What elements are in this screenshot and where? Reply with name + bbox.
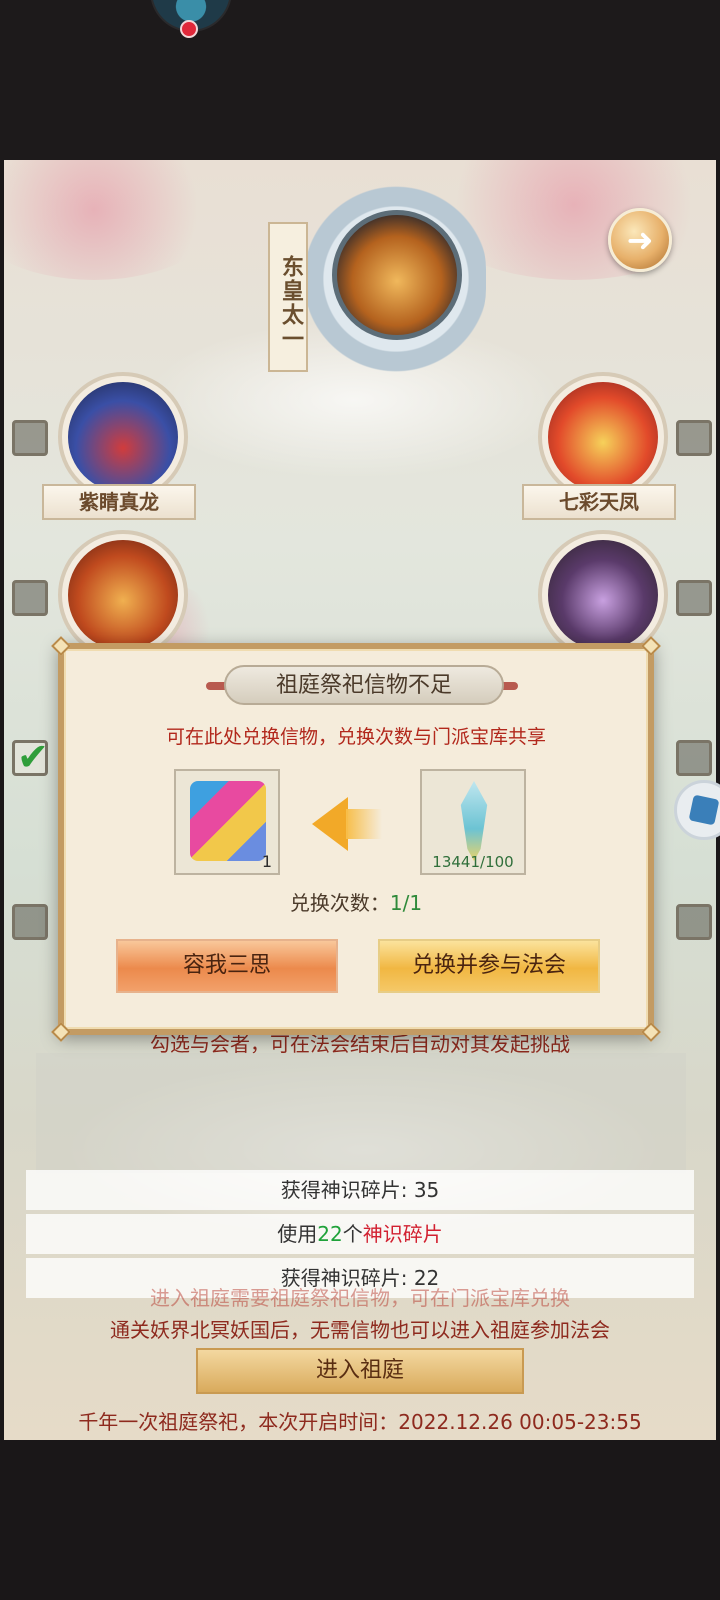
hero-name-phoenix: 七彩天凤: [522, 484, 676, 520]
hero-checkbox-5[interactable]: [676, 420, 712, 456]
hero-checkbox-1[interactable]: [12, 420, 48, 456]
dialog-title: 祖庭祭祀信物不足: [224, 665, 504, 705]
info-line-1: 进入祖庭需要祖庭祭祀信物，可在门派宝库兑换: [150, 1286, 570, 1310]
hero-checkbox-8[interactable]: [676, 904, 712, 940]
exchange-count: 兑换次数：1/1: [289, 891, 423, 915]
back-button[interactable]: ➜: [608, 208, 672, 272]
boss-portrait: [332, 210, 462, 340]
scroll-item-icon: [190, 781, 266, 861]
hero-checkbox-6[interactable]: [676, 580, 712, 616]
hero-checkbox-3[interactable]: [12, 735, 49, 779]
cost-item-progress: 13441/100: [432, 853, 514, 871]
enter-court-button[interactable]: 进入祖庭: [196, 1348, 524, 1394]
side-cube-icon: [688, 794, 720, 826]
exchange-dialog: 祖庭祭祀信物不足 可在此处兑换信物，兑换次数与门派宝库共享 1 13441/10…: [51, 636, 661, 1042]
participant-list-panel: [36, 1053, 686, 1173]
info-line-2: 通关妖界北冥妖国后，无需信物也可以进入祖庭参加法会: [110, 1318, 610, 1342]
log-row-2: 使用22个神识碎片: [26, 1214, 694, 1254]
exchange-cost-item[interactable]: 13441/100: [420, 769, 526, 875]
back-arrow-icon: ➜: [626, 221, 654, 259]
exchange-join-button[interactable]: 兑换并参与法会: [378, 939, 600, 993]
boss-portrait-frame[interactable]: [306, 184, 486, 374]
event-time-text: 千年一次祖庭祭祀，本次开启时间：2022.12.26 00:05-23:55: [78, 1410, 642, 1434]
sword-fragment-icon: [460, 781, 488, 861]
notification-dot: [180, 20, 198, 38]
exchange-reward-item[interactable]: 1: [174, 769, 280, 875]
hero-portrait-dragon[interactable]: [58, 372, 188, 502]
boss-name-banner: 东皇太一: [268, 222, 308, 372]
hero-portrait-phoenix[interactable]: [538, 372, 668, 502]
hero-checkbox-7[interactable]: [676, 740, 712, 776]
exchange-arrow-icon: [312, 797, 382, 851]
reward-item-count: 1: [261, 852, 272, 871]
cancel-button[interactable]: 容我三思: [116, 939, 338, 993]
hero-checkbox-2[interactable]: [12, 580, 48, 616]
hero-name-dragon: 紫睛真龙: [42, 484, 196, 520]
status-area: [0, 0, 720, 160]
log-row-1: 获得神识碎片: 35: [26, 1170, 694, 1210]
hero-portrait-left-2[interactable]: [58, 530, 188, 660]
hero-checkbox-4[interactable]: [12, 904, 48, 940]
dialog-subtitle: 可在此处兑换信物，兑换次数与门派宝库共享: [165, 726, 546, 748]
